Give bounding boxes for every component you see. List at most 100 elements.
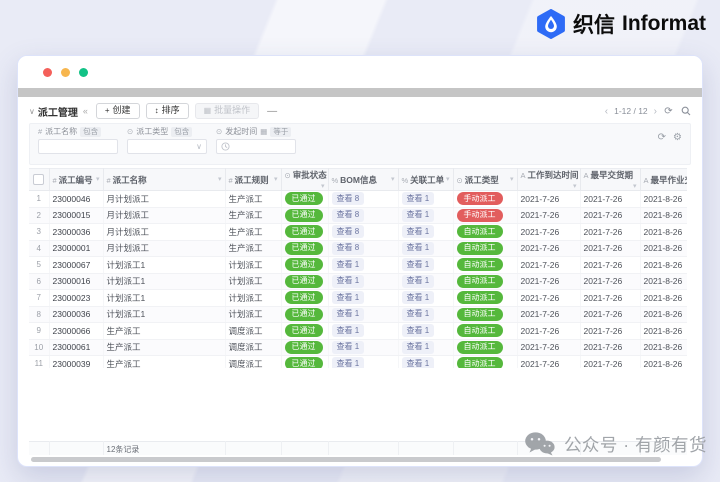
refresh-icon[interactable]: ⟳ bbox=[663, 106, 674, 117]
column-menu-caret-icon[interactable]: ▾ bbox=[391, 175, 395, 183]
cell-dispatch-name: 月计划派工 bbox=[103, 223, 226, 241]
cell-earliest-delivery: 2021-7-26 bbox=[580, 339, 641, 356]
collapse-icon[interactable]: « bbox=[83, 106, 88, 116]
start-time-input[interactable] bbox=[216, 138, 296, 154]
select-all-checkbox[interactable] bbox=[33, 174, 45, 185]
column-header-7[interactable]: ⊙ 派工类型 ▾ bbox=[453, 168, 518, 191]
table-row[interactable]: 10 23000061 生产派工 调度派工 已通过 查看 1 查看 1 自动派工 2021-7-… bbox=[29, 339, 687, 356]
view-bom-link[interactable]: 查看 8 bbox=[331, 208, 365, 222]
search-icon[interactable] bbox=[680, 106, 691, 117]
cell-workorder: 查看 1 bbox=[398, 322, 454, 340]
cell-dispatch-rule: 计划派工 bbox=[225, 306, 282, 323]
select-all-header[interactable] bbox=[29, 168, 50, 191]
column-menu-caret-icon[interactable]: ▾ bbox=[96, 175, 100, 183]
view-bom-link[interactable]: 查看 1 bbox=[331, 324, 365, 338]
column-label: 关联工单 bbox=[410, 174, 445, 185]
table-row[interactable]: 5 23000067 计划派工1 计划派工 已通过 查看 1 查看 1 自动派工 2021-7-… bbox=[29, 256, 687, 274]
table-row[interactable]: 11 23000039 生产派工 调度派工 已通过 查看 1 查看 1 自动派工 2021-7-… bbox=[29, 355, 687, 368]
cell-dispatch-name: 月计划派工 bbox=[103, 190, 226, 208]
maximize-window-dot[interactable] bbox=[79, 67, 88, 77]
column-header-5[interactable]: % BOM信息 ▾ bbox=[328, 168, 399, 191]
table-row[interactable]: 8 23000036 计划派工1 计划派工 已通过 查看 1 查看 1 自动派工 2021-7-… bbox=[29, 306, 687, 323]
view-workorder-link[interactable]: 查看 1 bbox=[401, 307, 435, 321]
column-header-2[interactable]: # 派工名称 ▾ bbox=[103, 168, 226, 191]
column-header-6[interactable]: % 关联工单 ▾ bbox=[398, 168, 454, 191]
field-type-icon: # bbox=[52, 175, 57, 185]
table-row[interactable]: 4 23000001 月计划派工 生产派工 已通过 查看 8 查看 1 自动派工 2021-7-… bbox=[29, 240, 687, 257]
row-number: 7 bbox=[29, 289, 50, 307]
view-workorder-link[interactable]: 查看 1 bbox=[401, 241, 435, 255]
view-bom-link[interactable]: 查看 8 bbox=[331, 225, 365, 239]
column-menu-caret-icon[interactable]: ▾ bbox=[218, 175, 222, 183]
column-menu-caret-icon[interactable]: ▾ bbox=[274, 175, 278, 183]
cell-arrive-time: 2021-7-26 bbox=[517, 322, 581, 340]
view-workorder-link[interactable]: 查看 1 bbox=[401, 357, 435, 368]
cell-dispatch-rule: 生产派工 bbox=[225, 223, 282, 241]
view-bom-link[interactable]: 查看 1 bbox=[331, 340, 365, 354]
column-header-8[interactable]: A 工作到达时间 ▾ bbox=[517, 168, 581, 191]
cell-workorder: 查看 1 bbox=[398, 306, 454, 323]
minimize-window-dot[interactable] bbox=[61, 67, 70, 77]
column-label: 派工类型 bbox=[464, 174, 499, 185]
view-workorder-link[interactable]: 查看 1 bbox=[401, 274, 435, 288]
view-bom-link[interactable]: 查看 1 bbox=[331, 307, 365, 321]
table-row[interactable]: 7 23000023 计划派工1 计划派工 已通过 查看 1 查看 1 自动派工 2021-7-… bbox=[29, 289, 687, 307]
cell-approval-status: 已通过 bbox=[281, 322, 329, 340]
column-menu-caret-icon[interactable]: ▾ bbox=[321, 182, 325, 190]
create-button[interactable]: + 创建 bbox=[95, 103, 140, 119]
column-header-1[interactable]: # 派工编号 ▾ bbox=[49, 168, 104, 191]
table-row[interactable]: 6 23000016 计划派工1 计划派工 已通过 查看 1 查看 1 自动派工 2021-7-… bbox=[29, 273, 687, 290]
cell-dispatch-id: 23000036 bbox=[49, 223, 104, 241]
view-workorder-link[interactable]: 查看 1 bbox=[401, 340, 435, 354]
title-chevron-icon[interactable]: ∨ bbox=[29, 107, 35, 116]
field-type-icon: A bbox=[520, 171, 526, 180]
data-grid: # 派工编号 ▾ # 派工名称 ▾ # 派工规则 ▾ ⊙ 审批状态 ▾% BOM信息 ▾% 关联工单 ▾ ⊙ 派工… bbox=[29, 168, 687, 368]
view-bom-link[interactable]: 查看 1 bbox=[331, 357, 365, 368]
view-bom-link[interactable]: 查看 1 bbox=[331, 258, 365, 272]
table-row[interactable]: 9 23000066 生产派工 调度派工 已通过 查看 1 查看 1 自动派工 2021-7-2… bbox=[29, 322, 687, 340]
view-workorder-link[interactable]: 查看 1 bbox=[401, 258, 435, 272]
brand-logo: 织信 Informat bbox=[536, 9, 706, 39]
column-header-9[interactable]: A 最早交货期 ▾ bbox=[580, 168, 641, 191]
close-window-dot[interactable] bbox=[43, 67, 52, 77]
table-row[interactable]: 1 23000046 月计划派工 生产派工 已通过 查看 8 查看 1 手动派工 2021-7-… bbox=[29, 190, 687, 208]
column-header-10[interactable]: A最早作业交货期 bbox=[640, 168, 687, 191]
filter-operator-badge[interactable]: 包含 bbox=[80, 127, 102, 137]
column-menu-caret-icon[interactable]: ▾ bbox=[573, 182, 577, 190]
dispatch-type-badge: 自动派工 bbox=[456, 274, 503, 288]
more-actions-icon[interactable]: — bbox=[267, 106, 277, 117]
cell-approval-status: 已通过 bbox=[281, 190, 329, 208]
table-row[interactable]: 2 23000015 月计划派工 生产派工 已通过 查看 8 查看 1 手动派工 2021-7-… bbox=[29, 207, 687, 224]
filter-settings-gear-icon[interactable]: ⚙ bbox=[673, 133, 682, 143]
cell-dispatch-id: 23000061 bbox=[49, 339, 104, 356]
view-bom-link[interactable]: 查看 8 bbox=[331, 241, 365, 255]
table-row[interactable]: 3 23000036 月计划派工 生产派工 已通过 查看 8 查看 1 自动派工 2021-7-… bbox=[29, 223, 687, 241]
cell-approval-status: 已通过 bbox=[281, 223, 329, 241]
sort-button[interactable]: ↕ 排序 bbox=[145, 103, 189, 119]
dispatch-type-select[interactable]: ∨ bbox=[127, 138, 207, 154]
column-header-3[interactable]: # 派工规则 ▾ bbox=[225, 168, 282, 191]
filter-operator-badge[interactable]: 包含 bbox=[171, 127, 193, 137]
column-menu-caret-icon[interactable]: ▾ bbox=[633, 182, 637, 190]
view-workorder-link[interactable]: 查看 1 bbox=[401, 291, 435, 305]
cell-workorder: 查看 1 bbox=[398, 289, 454, 307]
horizontal-scrollbar-thumb[interactable] bbox=[31, 457, 661, 462]
column-header-4[interactable]: ⊙ 审批状态 ▾ bbox=[281, 168, 329, 191]
browser-toolbar-placeholder bbox=[18, 88, 702, 97]
view-workorder-link[interactable]: 查看 1 bbox=[401, 225, 435, 239]
view-workorder-link[interactable]: 查看 1 bbox=[401, 208, 435, 222]
dispatch-name-input[interactable] bbox=[38, 138, 118, 154]
view-bom-link[interactable]: 查看 8 bbox=[331, 192, 365, 206]
view-workorder-link[interactable]: 查看 1 bbox=[401, 324, 435, 338]
column-menu-caret-icon[interactable]: ▾ bbox=[510, 175, 514, 183]
batch-actions-button: ▦ 批量操作 bbox=[194, 103, 260, 119]
column-menu-caret-icon[interactable]: ▾ bbox=[446, 175, 450, 183]
column-label: 派工规则 bbox=[234, 174, 269, 185]
prev-page-icon[interactable]: ‹ bbox=[605, 106, 608, 117]
view-workorder-link[interactable]: 查看 1 bbox=[401, 192, 435, 206]
filter-refresh-icon[interactable]: ⟳ bbox=[658, 133, 666, 143]
filter-operator-badge[interactable]: 等于 bbox=[270, 127, 292, 137]
view-bom-link[interactable]: 查看 1 bbox=[331, 291, 365, 305]
next-page-icon[interactable]: › bbox=[654, 106, 657, 117]
view-bom-link[interactable]: 查看 1 bbox=[331, 274, 365, 288]
